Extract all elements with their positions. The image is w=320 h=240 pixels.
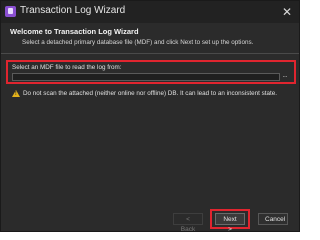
warning-icon	[12, 90, 20, 97]
mdf-file-label: Select an MDF file to read the log from:	[12, 64, 122, 71]
browse-button[interactable]: ...	[280, 73, 290, 81]
wizard-footer: < Back Next > Cancel	[1, 206, 299, 233]
header-title: Welcome to Transaction Log Wizard	[10, 27, 139, 36]
warning-text: Do not scan the attached (neither online…	[23, 90, 278, 97]
mdf-selection-highlight: Select an MDF file to read the log from:…	[6, 60, 296, 84]
cancel-button[interactable]: Cancel	[258, 213, 288, 225]
wizard-window: Transaction Log Wizard ✕ Welcome to Tran…	[0, 0, 300, 233]
title-bar[interactable]: Transaction Log Wizard ✕	[1, 1, 299, 23]
header-subtitle: Select a detached primary database file …	[22, 39, 254, 46]
back-button[interactable]: < Back	[173, 213, 203, 233]
wizard-header: Welcome to Transaction Log Wizard Select…	[1, 23, 299, 54]
next-button[interactable]: Next >	[215, 213, 245, 233]
close-icon[interactable]: ✕	[279, 4, 295, 20]
wizard-app-icon	[5, 6, 16, 17]
window-title: Transaction Log Wizard	[20, 5, 126, 16]
mdf-file-input[interactable]	[12, 73, 280, 81]
